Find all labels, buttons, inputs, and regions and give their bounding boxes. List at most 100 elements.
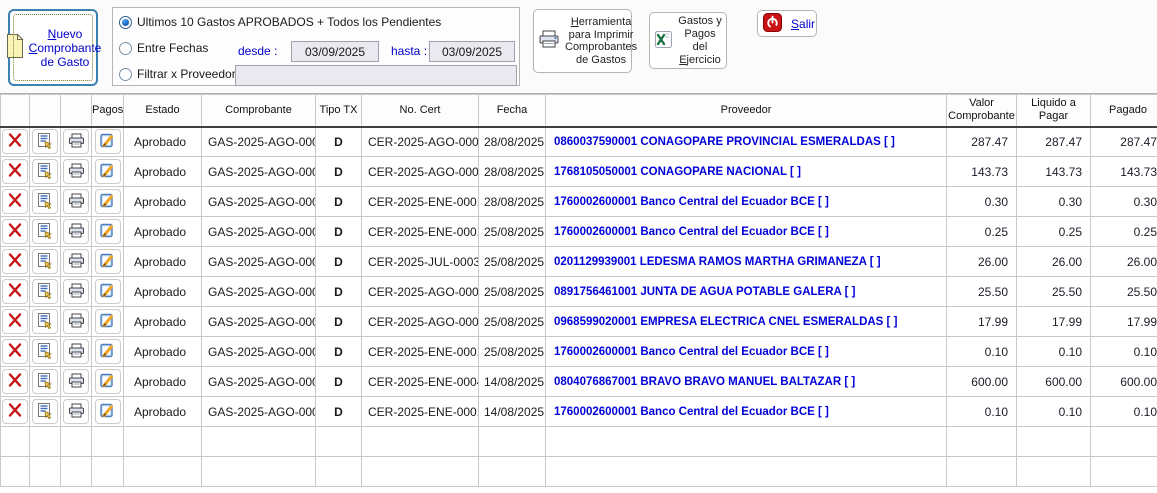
- row-properties-button[interactable]: [32, 129, 58, 154]
- payments-edit-button[interactable]: [95, 279, 121, 304]
- payments-edit-button[interactable]: [95, 249, 121, 274]
- print-row-button[interactable]: [63, 399, 89, 424]
- payments-edit-button[interactable]: [95, 369, 121, 394]
- row-properties-button[interactable]: [32, 279, 58, 304]
- pagado-cell: 17.99: [1091, 307, 1157, 337]
- row-properties-button[interactable]: [32, 369, 58, 394]
- payments-edit-button[interactable]: [95, 219, 121, 244]
- printer-icon: [68, 343, 85, 361]
- table-row[interactable]: Aprobado GAS-2025-AGO-00010 D CER-2025-J…: [1, 247, 1157, 277]
- edit-pencil-icon: [99, 132, 116, 152]
- print-row-button[interactable]: [63, 159, 89, 184]
- tipo-tx-cell: D: [316, 367, 362, 397]
- filter-option-provider[interactable]: Filtrar x Proveedor: [119, 67, 236, 81]
- row-properties-button[interactable]: [32, 399, 58, 424]
- payments-edit-button[interactable]: [95, 399, 121, 424]
- delete-row-button[interactable]: [2, 189, 28, 214]
- estado-cell: Aprobado: [124, 127, 202, 157]
- filter-option-dates[interactable]: Entre Fechas: [119, 41, 208, 55]
- no-cert-cell: CER-2025-AGO-0004: [362, 307, 479, 337]
- print-row-button[interactable]: [63, 219, 89, 244]
- pagado-cell: 0.10: [1091, 337, 1157, 367]
- table-row[interactable]: Aprobado GAS-2025-AGO-00007 D CER-2025-E…: [1, 337, 1157, 367]
- empty-cell: [92, 457, 124, 487]
- payments-edit-button[interactable]: [95, 189, 121, 214]
- provider-filter-input[interactable]: [235, 65, 517, 86]
- delete-row-button[interactable]: [2, 339, 28, 364]
- printer-icon: [68, 253, 85, 271]
- header-no-cert: No. Cert: [362, 95, 479, 127]
- header-row: Pagos Estado Comprobante Tipo TX No. Cer…: [1, 95, 1157, 127]
- row-properties-button[interactable]: [32, 219, 58, 244]
- payments-edit-button[interactable]: [95, 309, 121, 334]
- print-row-button[interactable]: [63, 309, 89, 334]
- table-row[interactable]: Aprobado GAS-2025-AGO-00009 D CER-2025-A…: [1, 277, 1157, 307]
- delete-row-button[interactable]: [2, 279, 28, 304]
- empty-cell: [362, 427, 479, 457]
- delete-row-button[interactable]: [2, 159, 28, 184]
- print-row-button[interactable]: [63, 339, 89, 364]
- exit-button-label: Salir: [791, 17, 815, 31]
- expenses-payments-report-button[interactable]: Gastos y Pagos del Ejercicio: [649, 12, 727, 69]
- liquido-a-pagar-cell: 25.50: [1017, 277, 1091, 307]
- payments-edit-button[interactable]: [95, 159, 121, 184]
- no-cert-cell: CER-2025-ENE-0001: [362, 217, 479, 247]
- empty-cell: [30, 457, 61, 487]
- desde-date-input[interactable]: [291, 41, 379, 62]
- delete-row-button[interactable]: [2, 219, 28, 244]
- empty-cell: [362, 457, 479, 487]
- payments-cell: [92, 277, 124, 307]
- print-row-button[interactable]: [63, 369, 89, 394]
- table-row[interactable]: Aprobado GAS-2025-AGO-00012 D CER-2025-E…: [1, 187, 1157, 217]
- payments-edit-button[interactable]: [95, 129, 121, 154]
- header-pagos: Pagos: [92, 95, 124, 127]
- delete-row-button[interactable]: [2, 369, 28, 394]
- proveedor-cell: 0860037590001 CONAGOPARE PROVINCIAL ESME…: [546, 127, 947, 157]
- table-body: Aprobado GAS-2025-AGO-00014 D CER-2025-A…: [1, 127, 1157, 487]
- payments-edit-button[interactable]: [95, 339, 121, 364]
- delete-row-button[interactable]: [2, 309, 28, 334]
- comprobante-cell: GAS-2025-AGO-00009: [202, 277, 316, 307]
- radio-recent[interactable]: [119, 16, 132, 29]
- delete-row-button[interactable]: [2, 129, 28, 154]
- row-properties-button[interactable]: [32, 339, 58, 364]
- hasta-date-input[interactable]: [429, 41, 515, 62]
- new-expense-voucher-button[interactable]: Nuevo Comprobante de Gasto: [8, 9, 98, 86]
- proveedor-cell: 0804076867001 BRAVO BRAVO MANUEL BALTAZA…: [546, 367, 947, 397]
- print-row-button[interactable]: [63, 129, 89, 154]
- print-vouchers-tool-button[interactable]: Herramienta para Imprimir Comprobantes d…: [533, 9, 632, 73]
- row-properties-button[interactable]: [32, 189, 58, 214]
- radio-dates[interactable]: [119, 42, 132, 55]
- table-row[interactable]: Aprobado GAS-2025-AGO-00014 D CER-2025-A…: [1, 127, 1157, 157]
- pagado-cell: 287.47: [1091, 127, 1157, 157]
- empty-cell: [1017, 427, 1091, 457]
- table-row[interactable]: Aprobado GAS-2025-AGO-00006 D CER-2025-E…: [1, 367, 1157, 397]
- exit-button[interactable]: Salir: [757, 10, 817, 37]
- properties-cell: [30, 217, 61, 247]
- radio-provider[interactable]: [119, 68, 132, 81]
- empty-cell: [479, 457, 546, 487]
- row-properties-button[interactable]: [32, 249, 58, 274]
- delete-row-button[interactable]: [2, 249, 28, 274]
- table-row[interactable]: Aprobado GAS-2025-AGO-00008 D CER-2025-A…: [1, 307, 1157, 337]
- payments-cell: [92, 367, 124, 397]
- row-properties-button[interactable]: [32, 159, 58, 184]
- print-row-button[interactable]: [63, 249, 89, 274]
- delete-x-icon: [7, 162, 23, 181]
- print-row-button[interactable]: [63, 189, 89, 214]
- row-properties-button[interactable]: [32, 309, 58, 334]
- no-cert-cell: CER-2025-AGO-0007: [362, 127, 479, 157]
- table-row[interactable]: Aprobado GAS-2025-AGO-00011 D CER-2025-E…: [1, 217, 1157, 247]
- tipo-tx-cell: D: [316, 337, 362, 367]
- table-row[interactable]: Aprobado GAS-2025-AGO-00013 D CER-2025-A…: [1, 157, 1157, 187]
- fecha-cell: 25/08/2025: [479, 217, 546, 247]
- liquido-a-pagar-cell: 17.99: [1017, 307, 1091, 337]
- proveedor-cell: 0891756461001 JUNTA DE AGUA POTABLE GALE…: [546, 277, 947, 307]
- empty-cell: [546, 427, 947, 457]
- delete-row-button[interactable]: [2, 399, 28, 424]
- comprobante-cell: GAS-2025-AGO-00010: [202, 247, 316, 277]
- print-row-button[interactable]: [63, 279, 89, 304]
- filter-option-recent[interactable]: Ultimos 10 Gastos APROBADOS + Todos los …: [119, 15, 441, 29]
- header-valor-comprobante: Valor Comprobante: [947, 95, 1017, 127]
- table-row[interactable]: Aprobado GAS-2025-AGO-00005 D CER-2025-E…: [1, 397, 1157, 427]
